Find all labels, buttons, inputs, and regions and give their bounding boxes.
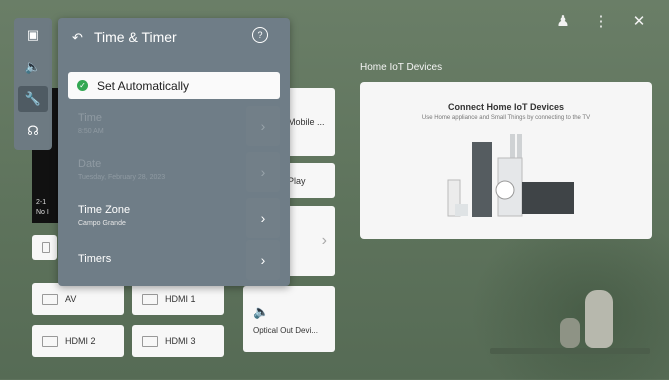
channel-title: No I	[36, 209, 49, 216]
sidebar-item-picture[interactable]: ▣	[18, 22, 48, 48]
top-controls: ♟ ⋮ ✕	[555, 12, 647, 30]
vase-small	[560, 318, 580, 348]
iot-section-title: Home IoT Devices	[360, 62, 443, 73]
monitor-icon	[42, 242, 50, 253]
chevron-right-icon: ›	[260, 252, 266, 268]
headset-icon: ☊	[27, 123, 39, 138]
date-value: Tuesday, February 28, 2023	[78, 174, 166, 181]
tile-optical[interactable]: 🔈 Optical Out Devi...	[243, 286, 335, 352]
hdmi-icon	[142, 293, 158, 305]
tile-optical-label: Optical Out Devi...	[253, 325, 318, 335]
time-zone-value: Campo Grande	[78, 220, 126, 227]
wrench-icon: 🔧	[24, 91, 42, 106]
tile-hdmi1[interactable]: HDMI 1	[132, 283, 224, 315]
timers-label: Timers	[78, 253, 112, 265]
set-automatically-toggle[interactable]: ✓ Set Automatically	[68, 72, 280, 99]
time-arrow: ›	[246, 106, 280, 146]
menu-item-date: Date Tuesday, February 28, 2023	[68, 152, 220, 192]
chevron-right-icon: ›	[260, 164, 266, 180]
hdmi-icon	[142, 335, 158, 347]
iot-connect-card[interactable]: Connect Home IoT Devices Use Home applia…	[360, 82, 652, 239]
time-value: 8:50 AM	[78, 128, 104, 135]
tile-av[interactable]: AV	[32, 283, 124, 315]
settings-sidebar: ▣ 🔈 🔧 ☊	[14, 18, 52, 150]
date-arrow: ›	[246, 152, 280, 192]
set-automatically-label: Set Automatically	[97, 78, 190, 93]
time-timer-panel: ↶ Time & Timer ? ✓ Set Automatically Tim…	[58, 18, 290, 286]
tile-av-label: AV	[65, 294, 77, 304]
menu-item-timers[interactable]: Timers	[68, 240, 220, 280]
help-icon[interactable]: ?	[252, 27, 268, 43]
menu-item-time-zone[interactable]: Time Zone Campo Grande	[68, 198, 220, 238]
timers-arrow[interactable]: ›	[246, 240, 280, 280]
time-label: Time	[78, 112, 103, 124]
picture-icon: ▣	[26, 27, 40, 42]
hdmi-icon	[42, 335, 58, 347]
time-zone-label: Time Zone	[78, 204, 131, 216]
appliances-illustration	[447, 134, 574, 217]
panel-title: Time & Timer	[94, 29, 177, 45]
back-icon[interactable]: ↶	[72, 30, 83, 46]
tile-hdmi2-label: HDMI 2	[65, 336, 96, 346]
channel-number: 2-1	[36, 199, 47, 206]
sound-icon: 🔈	[24, 59, 42, 74]
table-decoration	[490, 348, 650, 354]
chevron-right-icon: ›	[260, 210, 266, 226]
speaker-icon: 🔈	[253, 303, 270, 319]
chevron-right-icon: ›	[321, 232, 327, 249]
account-icon[interactable]: ♟	[555, 12, 571, 30]
more-icon[interactable]: ⋮	[593, 12, 609, 30]
tv-stand-appliance	[472, 142, 492, 217]
vase	[585, 290, 613, 348]
sidebar-item-support[interactable]: ☊	[18, 118, 48, 144]
chevron-right-icon: ›	[260, 118, 266, 134]
sidebar-item-general[interactable]: 🔧	[18, 86, 48, 112]
tile-hdmi3-label: HDMI 3	[165, 336, 196, 346]
menu-item-time: Time 8:50 AM	[68, 106, 220, 146]
tile-hdmi2[interactable]: HDMI 2	[32, 325, 124, 357]
tile-play-label: Play	[288, 175, 306, 186]
check-icon: ✓	[77, 80, 88, 91]
tile-hdmi1-label: HDMI 1	[165, 294, 196, 304]
close-icon[interactable]: ✕	[631, 12, 647, 30]
date-label: Date	[78, 158, 102, 170]
time-zone-arrow[interactable]: ›	[246, 198, 280, 238]
tile-hdmi3[interactable]: HDMI 3	[132, 325, 224, 357]
sidebar-item-sound[interactable]: 🔈	[18, 54, 48, 80]
tile-input-icon[interactable]	[32, 235, 57, 260]
av-icon	[42, 293, 58, 305]
tile-mobile-label: Mobile ...	[288, 117, 325, 127]
